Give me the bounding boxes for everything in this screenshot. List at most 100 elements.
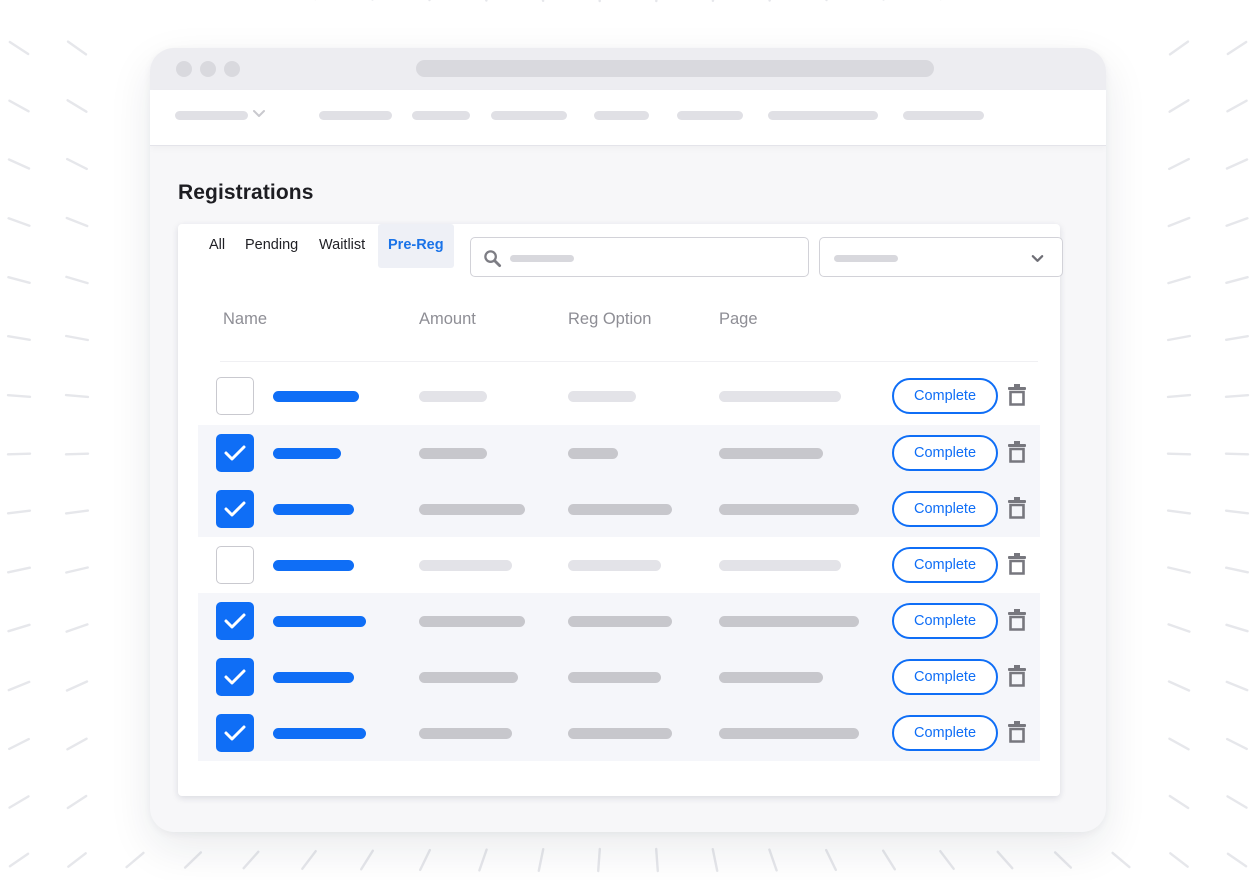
nav-dropdown-label[interactable] (175, 111, 248, 120)
row-checkbox[interactable] (216, 377, 254, 415)
background-dash (67, 852, 87, 868)
nav-item[interactable] (677, 111, 743, 120)
trash-icon[interactable] (1008, 721, 1026, 743)
row-checkbox[interactable] (216, 658, 254, 696)
background-dash (1225, 737, 1249, 751)
row-name-placeholder[interactable] (273, 560, 354, 571)
row-amount-placeholder (419, 504, 525, 515)
search-input[interactable] (470, 237, 809, 277)
row-amount-placeholder (419, 448, 487, 459)
background-dash (1167, 275, 1191, 285)
background-dash (1053, 851, 1073, 869)
background-dash (7, 217, 31, 227)
background-dash (66, 40, 88, 56)
background-dash (183, 851, 203, 869)
nav-item[interactable] (903, 111, 984, 120)
trash-icon[interactable] (1008, 609, 1026, 631)
row-page-placeholder (719, 504, 859, 515)
row-reg-option-placeholder (568, 560, 661, 571)
row-page-placeholder (719, 560, 841, 571)
background-dash (6, 452, 32, 456)
background-dash (1167, 623, 1191, 633)
nav-item[interactable] (491, 111, 567, 120)
row-checkbox[interactable] (216, 602, 254, 640)
background-dash (8, 40, 30, 56)
background-dash (6, 509, 32, 515)
background-dash (484, 0, 488, 2)
column-header-name[interactable]: Name (223, 310, 267, 329)
row-page-placeholder (719, 448, 823, 459)
background-dash (7, 623, 31, 633)
tab-waitlist[interactable]: Waitlist (312, 224, 372, 268)
chevron-down-icon (1031, 255, 1044, 262)
background-dash (1166, 509, 1192, 515)
trash-icon[interactable] (1008, 384, 1026, 406)
nav-item[interactable] (412, 111, 470, 120)
background-dash (939, 850, 955, 870)
row-page-placeholder (719, 672, 823, 683)
address-bar[interactable] (416, 60, 934, 77)
tab-pending[interactable]: Pending (238, 224, 305, 268)
background-dash (537, 848, 545, 872)
background-dash (6, 394, 32, 398)
complete-button[interactable]: Complete (892, 603, 998, 639)
row-name-placeholder[interactable] (273, 504, 354, 515)
row-checkbox[interactable] (216, 490, 254, 528)
complete-button[interactable]: Complete (892, 659, 998, 695)
column-header-page[interactable]: Page (719, 310, 758, 329)
row-name-placeholder[interactable] (273, 672, 354, 683)
background-dash (1166, 393, 1192, 399)
chevron-down-icon[interactable] (251, 105, 267, 121)
row-name-placeholder[interactable] (273, 391, 359, 402)
nav-item[interactable] (768, 111, 878, 120)
background-dash (7, 276, 31, 284)
complete-button[interactable]: Complete (892, 435, 998, 471)
trash-icon[interactable] (1008, 441, 1026, 463)
complete-button[interactable]: Complete (892, 491, 998, 527)
row-reg-option-placeholder (568, 616, 672, 627)
background-dash (64, 509, 90, 515)
column-header-reg-option[interactable]: Reg Option (568, 310, 651, 329)
row-checkbox[interactable] (216, 714, 254, 752)
nav-item[interactable] (594, 111, 649, 120)
row-name-placeholder[interactable] (273, 448, 341, 459)
registrations-card: All Pending Waitlist Pre-Reg Name Amount… (178, 224, 1063, 796)
background-dash (360, 849, 374, 871)
complete-button[interactable]: Complete (892, 715, 998, 751)
table-row: Complete (198, 537, 1040, 593)
background-dash (597, 847, 601, 873)
window-control-maximize[interactable] (224, 61, 240, 77)
background-dash (1168, 737, 1190, 751)
background-dash (1168, 99, 1190, 113)
background-dash (655, 0, 658, 3)
row-amount-placeholder (419, 728, 512, 739)
trash-icon[interactable] (1008, 553, 1026, 575)
column-header-amount[interactable]: Amount (419, 310, 476, 329)
background-dash (1225, 217, 1249, 227)
complete-button[interactable]: Complete (892, 378, 998, 414)
trash-icon[interactable] (1008, 665, 1026, 687)
row-name-placeholder[interactable] (273, 616, 366, 627)
background-dash (8, 99, 30, 113)
complete-button[interactable]: Complete (892, 547, 998, 583)
background-dash (1225, 158, 1249, 170)
row-amount-placeholder (419, 560, 512, 571)
row-checkbox[interactable] (216, 546, 254, 584)
row-checkbox[interactable] (216, 434, 254, 472)
background-dash (65, 680, 89, 692)
background-dash (66, 794, 88, 810)
row-amount-placeholder (419, 616, 525, 627)
tab-all[interactable]: All (202, 224, 232, 268)
nav-item[interactable] (319, 111, 392, 120)
background-dash (1226, 795, 1248, 809)
browser-window: Registrations All Pending Waitlist Pre-R… (150, 48, 1106, 832)
trash-icon[interactable] (1008, 497, 1026, 519)
background-dash (478, 848, 488, 872)
background-dash (64, 452, 90, 456)
window-control-minimize[interactable] (200, 61, 216, 77)
window-control-close[interactable] (176, 61, 192, 77)
row-name-placeholder[interactable] (273, 728, 366, 739)
tab-pre-reg[interactable]: Pre-Reg (378, 224, 454, 268)
filter-select[interactable] (819, 237, 1063, 277)
search-placeholder (510, 255, 574, 262)
